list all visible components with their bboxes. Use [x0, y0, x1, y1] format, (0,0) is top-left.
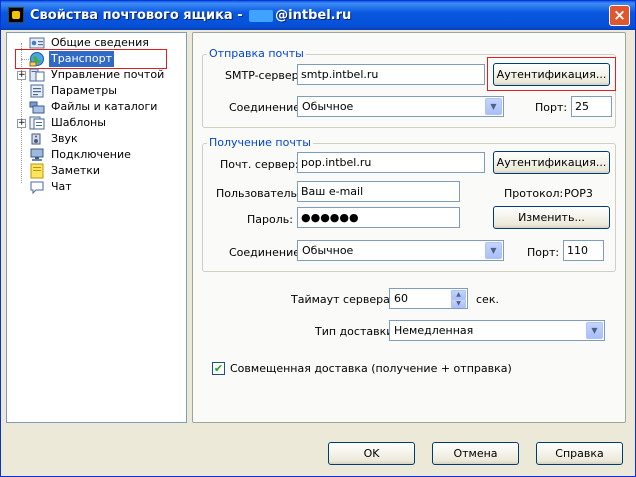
chat-icon — [30, 181, 44, 195]
close-button[interactable]: × — [609, 5, 630, 26]
mail-server-input[interactable]: pop.intbel.ru — [297, 152, 485, 173]
cancel-button[interactable]: Отмена — [432, 442, 519, 465]
server-timeout-unit: сек. — [476, 293, 499, 306]
password-input[interactable]: ●●●●●● — [297, 207, 460, 228]
receive-connection-select[interactable]: Обычное ▼ — [297, 240, 504, 261]
parameters-icon — [30, 84, 44, 98]
window-title-prefix: Свойства почтового ящика - — [30, 8, 243, 23]
combined-delivery-label[interactable]: Совмещенная доставка (получение + отправ… — [230, 362, 512, 375]
window-title: Свойства почтового ящика - @intbel.ru — [30, 8, 351, 23]
title-bar[interactable]: Свойства почтового ящика - @intbel.ru × — [1, 1, 635, 30]
receive-mail-legend: Получение почты — [207, 136, 313, 149]
spin-down-icon[interactable]: ▼ — [451, 299, 466, 308]
expand-toggle[interactable]: + — [17, 119, 26, 128]
send-mail-legend: Отправка почты — [207, 47, 306, 60]
tree-item-label: Управление почтой — [51, 68, 165, 81]
tree-item-connection[interactable]: Подключение — [29, 147, 179, 163]
tree-item-label: Звук — [51, 132, 78, 145]
tree-item-label: Параметры — [51, 84, 117, 97]
expand-toggle[interactable]: + — [17, 71, 26, 80]
protocol-label: Протокол: — [504, 187, 564, 200]
mailbox-properties-window: Свойства почтового ящика - @intbel.ru × … — [0, 0, 636, 477]
masked-account-name — [249, 9, 274, 22]
chevron-down-icon[interactable]: ▼ — [586, 322, 603, 339]
tree-item-label: Шаблоны — [51, 116, 106, 129]
smtp-server-input[interactable]: smtp.intbel.ru — [297, 64, 485, 85]
settings-tree[interactable]: Общие сведения Транспорт + Управление по… — [6, 32, 187, 423]
protocol-value: POP3 — [564, 187, 593, 200]
send-port-input[interactable]: 25 — [571, 96, 612, 117]
ok-button[interactable]: OK — [328, 442, 415, 465]
templates-icon — [29, 116, 45, 130]
help-button[interactable]: Справка — [536, 442, 623, 465]
mail-management-icon — [29, 68, 45, 82]
tree-item-files-folders[interactable]: Файлы и каталоги — [29, 99, 179, 115]
receive-port-input[interactable]: 110 — [563, 240, 604, 261]
receive-authentication-button[interactable]: Аутентификация... — [493, 151, 610, 174]
server-timeout-label: Таймаут сервера: — [291, 293, 394, 306]
spin-up-icon[interactable]: ▲ — [451, 290, 466, 299]
combined-delivery-checkbox[interactable]: ✔ — [212, 362, 225, 375]
window-title-suffix: @intbel.ru — [275, 8, 352, 23]
chevron-down-icon[interactable]: ▼ — [485, 242, 502, 259]
tree-item-notes[interactable]: Заметки — [29, 163, 179, 179]
mail-server-label: Почт. сервер: — [220, 158, 299, 171]
tree-item-mail-management[interactable]: Управление почтой — [29, 67, 179, 83]
send-connection-label: Соединение: — [229, 101, 304, 114]
send-connection-select[interactable]: Обычное ▼ — [297, 96, 504, 117]
tree-item-chat[interactable]: Чат — [29, 179, 179, 195]
username-input[interactable]: Ваш e-mail — [297, 181, 460, 202]
smtp-server-label: SMTP-сервер: — [225, 69, 303, 82]
tree-item-parameters[interactable]: Параметры — [29, 83, 179, 99]
server-timeout-value: 60 — [394, 292, 408, 305]
receive-port-label: Порт: — [527, 246, 560, 259]
delivery-type-select[interactable]: Немедленная ▼ — [389, 320, 605, 341]
highlight-box — [15, 49, 167, 69]
tree-item-label: Файлы и каталоги — [51, 100, 158, 113]
receive-connection-value: Обычное — [302, 244, 354, 257]
delivery-type-label: Тип доставки — [315, 325, 394, 338]
transport-settings-panel: Отправка почты SMTP-сервер: smtp.intbel.… — [192, 32, 626, 423]
username-label: Пользователь: — [216, 187, 301, 200]
tree-item-label: Подключение — [51, 148, 131, 161]
send-port-label: Порт: — [535, 101, 568, 114]
tree-item-templates[interactable]: Шаблоны — [29, 115, 179, 131]
speaker-icon — [31, 133, 41, 145]
chevron-down-icon[interactable]: ▼ — [485, 98, 502, 115]
password-label: Пароль: — [247, 213, 293, 226]
connection-icon — [30, 148, 44, 161]
highlight-box — [487, 57, 616, 91]
folder-icon — [29, 101, 45, 114]
delivery-type-value: Немедленная — [394, 324, 474, 337]
send-connection-value: Обычное — [302, 100, 354, 113]
change-password-button[interactable]: Изменить... — [493, 206, 610, 229]
tree-item-label: Заметки — [51, 164, 101, 177]
tree-item-sound[interactable]: Звук — [29, 131, 179, 147]
server-timeout-stepper[interactable]: 60 ▲ ▼ — [389, 288, 468, 309]
receive-connection-label: Соединение: — [229, 246, 304, 259]
notes-icon — [30, 163, 44, 179]
tree-item-label: Чат — [51, 180, 72, 193]
app-icon — [8, 7, 24, 23]
